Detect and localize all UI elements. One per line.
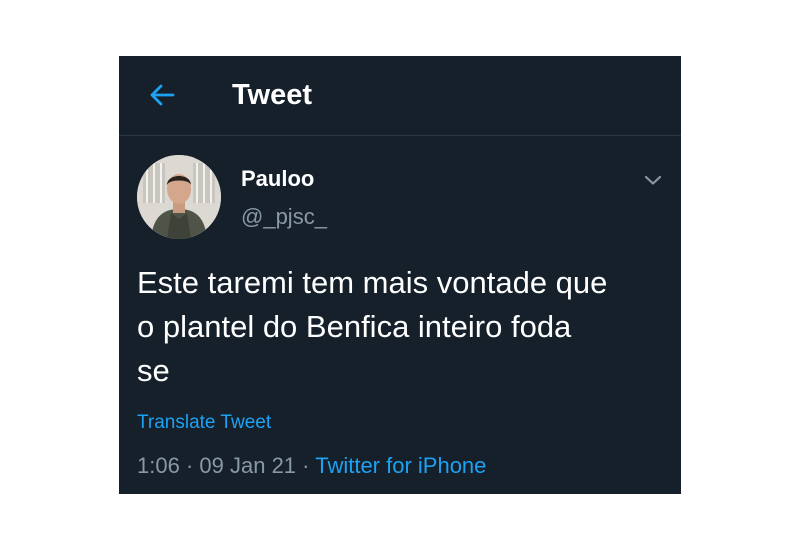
page-title: Tweet — [232, 79, 313, 111]
profile-photo — [137, 155, 221, 239]
author-handle[interactable]: @_pjsc_ — [241, 203, 327, 231]
meta-separator: · — [302, 453, 310, 478]
back-button[interactable] — [145, 78, 179, 112]
chevron-down-icon — [644, 175, 662, 185]
tweet-meta: 1:06 · 09 Jan 21 · Twitter for iPhone — [137, 452, 486, 480]
tweet-text-line: o plantel do Benfica inteiro foda — [137, 309, 572, 344]
tweet-text-line: se — [137, 353, 170, 388]
tweet-text-line: Este taremi tem mais vontade que — [137, 265, 608, 300]
tweet-text: Este taremi tem mais vontade que o plant… — [137, 261, 667, 393]
tweet-time: 1:06 — [137, 453, 180, 478]
author-display-name[interactable]: Pauloo — [241, 165, 314, 193]
tweet-source-link[interactable]: Twitter for iPhone — [315, 453, 486, 478]
avatar[interactable] — [137, 155, 221, 239]
meta-separator: · — [185, 453, 194, 478]
arrow-left-icon — [150, 84, 175, 106]
tweet-screen: Tweet Pauloo @_pjsc_ Este taremi tem mai… — [119, 56, 681, 494]
tweet-date: 09 Jan 21 — [199, 453, 297, 478]
top-bar: Tweet — [119, 56, 681, 136]
tweet-menu-button[interactable] — [639, 166, 667, 194]
translate-tweet-link[interactable]: Translate Tweet — [137, 411, 271, 435]
